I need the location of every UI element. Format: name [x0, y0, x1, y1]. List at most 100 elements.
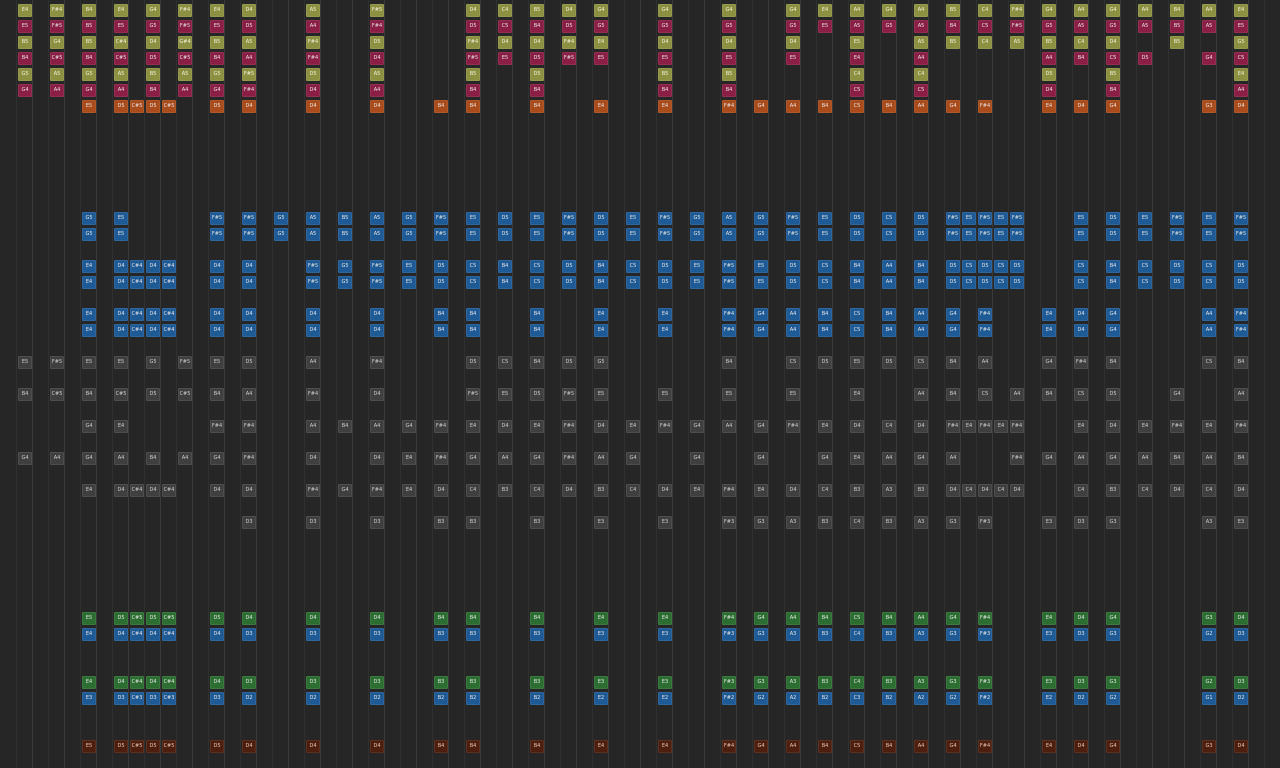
note-block[interactable]: G2 — [1202, 628, 1216, 641]
note-block[interactable]: D4 — [242, 100, 256, 113]
note-block[interactable]: F#4 — [978, 612, 992, 625]
note-block[interactable]: B3 — [434, 676, 448, 689]
note-block[interactable]: A5 — [306, 228, 320, 241]
note-block[interactable]: E4 — [658, 612, 672, 625]
note-block[interactable]: B4 — [530, 308, 544, 321]
note-block[interactable]: E4 — [1074, 420, 1088, 433]
note-block[interactable]: B4 — [210, 388, 224, 401]
note-block[interactable]: B3 — [882, 676, 896, 689]
note-block[interactable]: E4 — [114, 4, 128, 17]
note-block[interactable]: E5 — [722, 52, 736, 65]
note-block[interactable]: A4 — [946, 452, 960, 465]
note-block[interactable]: A5 — [306, 212, 320, 225]
note-block[interactable]: F#4 — [434, 420, 448, 433]
note-block[interactable]: A2 — [786, 692, 800, 705]
note-block[interactable]: G3 — [1202, 612, 1216, 625]
note-block[interactable]: F#4 — [1234, 308, 1248, 321]
note-block[interactable]: C5 — [1234, 52, 1248, 65]
note-block[interactable]: G5 — [402, 212, 416, 225]
note-block[interactable]: G3 — [1106, 628, 1120, 641]
note-block[interactable]: A4 — [498, 452, 512, 465]
note-block[interactable]: F#5 — [1234, 212, 1248, 225]
note-block[interactable]: A5 — [722, 228, 736, 241]
note-block[interactable]: G5 — [82, 68, 96, 81]
note-block[interactable]: D5 — [850, 212, 864, 225]
note-block[interactable]: E3 — [1042, 628, 1056, 641]
note-block[interactable]: G4 — [1106, 4, 1120, 17]
note-block[interactable]: D4 — [114, 484, 128, 497]
note-block[interactable]: B4 — [1106, 276, 1120, 289]
note-block[interactable]: F#4 — [1010, 4, 1024, 17]
note-block[interactable]: C#4 — [130, 308, 144, 321]
note-block[interactable]: D4 — [146, 36, 160, 49]
note-block[interactable]: B4 — [434, 612, 448, 625]
note-block[interactable]: A4 — [914, 612, 928, 625]
note-block[interactable]: E4 — [82, 324, 96, 337]
note-block[interactable]: B4 — [18, 388, 32, 401]
note-block[interactable]: D4 — [562, 484, 576, 497]
note-block[interactable]: F#5 — [658, 212, 672, 225]
note-block[interactable]: D5 — [210, 612, 224, 625]
note-block[interactable]: F#4 — [946, 420, 960, 433]
note-block[interactable]: E5 — [818, 212, 832, 225]
note-block[interactable]: A5 — [1138, 20, 1152, 33]
note-block[interactable]: A4 — [306, 356, 320, 369]
note-block[interactable]: A4 — [914, 388, 928, 401]
note-block[interactable]: B3 — [850, 484, 864, 497]
note-block[interactable]: E4 — [658, 324, 672, 337]
note-block[interactable]: E4 — [594, 36, 608, 49]
note-block[interactable]: C5 — [962, 276, 976, 289]
note-block[interactable]: F#5 — [786, 212, 800, 225]
note-block[interactable]: D3 — [1074, 676, 1088, 689]
note-block[interactable]: D4 — [242, 740, 256, 753]
note-block[interactable]: C5 — [1202, 276, 1216, 289]
note-block[interactable]: B4 — [850, 260, 864, 273]
note-block[interactable]: D5 — [210, 100, 224, 113]
note-block[interactable]: D5 — [658, 276, 672, 289]
note-block[interactable]: A4 — [1202, 324, 1216, 337]
note-block[interactable]: F#5 — [722, 260, 736, 273]
note-block[interactable]: A4 — [114, 452, 128, 465]
note-block[interactable]: G4 — [82, 84, 96, 97]
note-block[interactable]: F#5 — [1010, 20, 1024, 33]
note-block[interactable]: G5 — [1106, 20, 1120, 33]
note-block[interactable]: A3 — [914, 676, 928, 689]
note-block[interactable]: A4 — [786, 100, 800, 113]
note-block[interactable]: E5 — [626, 212, 640, 225]
note-block[interactable]: B5 — [1170, 36, 1184, 49]
note-block[interactable]: B2 — [882, 692, 896, 705]
note-block[interactable]: E4 — [658, 740, 672, 753]
note-block[interactable]: C4 — [1202, 484, 1216, 497]
note-block[interactable]: A3 — [786, 676, 800, 689]
note-block[interactable]: D4 — [146, 484, 160, 497]
note-block[interactable]: F#5 — [434, 228, 448, 241]
note-block[interactable]: F#4 — [370, 484, 384, 497]
note-block[interactable]: E4 — [530, 420, 544, 433]
note-block[interactable]: G5 — [754, 212, 768, 225]
note-block[interactable]: F#4 — [210, 420, 224, 433]
note-block[interactable]: C#5 — [130, 740, 144, 753]
note-block[interactable]: F#4 — [306, 36, 320, 49]
note-block[interactable]: G3 — [754, 516, 768, 529]
note-block[interactable]: A4 — [914, 4, 928, 17]
note-block[interactable]: F#3 — [722, 516, 736, 529]
note-block[interactable]: D4 — [1234, 100, 1248, 113]
note-block[interactable]: B4 — [210, 52, 224, 65]
note-block[interactable]: G4 — [658, 4, 672, 17]
note-block[interactable]: B5 — [722, 68, 736, 81]
note-block[interactable]: D4 — [978, 484, 992, 497]
note-block[interactable]: B4 — [818, 100, 832, 113]
note-block[interactable]: C4 — [882, 420, 896, 433]
note-block[interactable]: D5 — [914, 228, 928, 241]
note-block[interactable]: E5 — [1202, 212, 1216, 225]
note-block[interactable]: D4 — [242, 484, 256, 497]
note-block[interactable]: C5 — [818, 276, 832, 289]
note-block[interactable]: A4 — [882, 452, 896, 465]
note-block[interactable]: B4 — [1106, 260, 1120, 273]
note-block[interactable]: G4 — [754, 740, 768, 753]
note-block[interactable]: D4 — [242, 308, 256, 321]
note-block[interactable]: B5 — [1106, 68, 1120, 81]
note-block[interactable]: D4 — [1074, 100, 1088, 113]
note-block[interactable]: G4 — [754, 452, 768, 465]
note-block[interactable]: D3 — [370, 516, 384, 529]
